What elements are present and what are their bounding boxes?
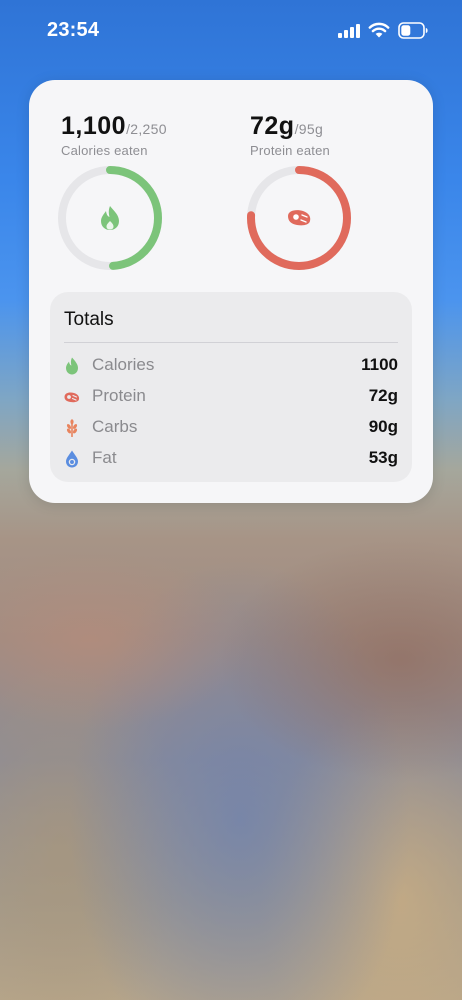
steak-icon	[64, 392, 80, 403]
totals-row-calories: Calories 1100	[64, 354, 398, 378]
totals-panel: Totals Calories 1100 Protein 72g Carbs 9…	[50, 292, 412, 482]
totals-row-protein: Protein 72g	[64, 385, 398, 409]
wheat-icon	[66, 419, 78, 437]
totals-row-carbs: Carbs 90g	[64, 416, 398, 440]
flame-icon	[66, 357, 78, 375]
flame-icon	[101, 206, 119, 230]
protein-goal: /95g	[294, 121, 324, 137]
cellular-signal-icon	[338, 24, 362, 38]
wifi-icon	[368, 22, 390, 38]
calories-progress-ring	[58, 166, 162, 270]
totals-title: Totals	[64, 309, 114, 330]
nutrition-widget[interactable]: 1,100/2,250 Calories eaten 72g/95g Prote…	[29, 80, 433, 503]
totals-row-label: Carbs	[92, 417, 138, 436]
steak-icon	[288, 210, 311, 226]
totals-row-label: Protein	[92, 386, 146, 405]
totals-row-value: 1100	[361, 355, 398, 374]
totals-row-value: 90g	[368, 417, 398, 436]
calories-eaten-label: Calories eaten	[61, 143, 148, 158]
protein-eaten-value: 72g	[250, 112, 295, 140]
calories-goal: /2,250	[126, 121, 167, 137]
status-bar: 23:54	[0, 0, 462, 62]
totals-row-value: 53g	[368, 448, 398, 467]
calories-eaten-value: 1,100	[61, 112, 127, 140]
totals-row-label: Calories	[92, 355, 155, 374]
totals-divider	[64, 342, 398, 343]
protein-metric: 72g/95g Protein eaten	[250, 112, 330, 158]
totals-row-value: 72g	[368, 386, 398, 405]
calories-metric: 1,100/2,250 Calories eaten	[61, 112, 167, 158]
status-time: 23:54	[47, 19, 100, 41]
home-screen: 23:54 1,100/2,250 Calories eaten 72g/95g…	[0, 0, 462, 1000]
drop-icon	[66, 450, 78, 468]
battery-icon	[398, 22, 428, 39]
totals-row-label: Fat	[92, 448, 117, 467]
totals-row-fat: Fat 53g	[64, 447, 398, 471]
protein-eaten-label: Protein eaten	[250, 143, 330, 158]
protein-progress-ring	[247, 166, 351, 270]
